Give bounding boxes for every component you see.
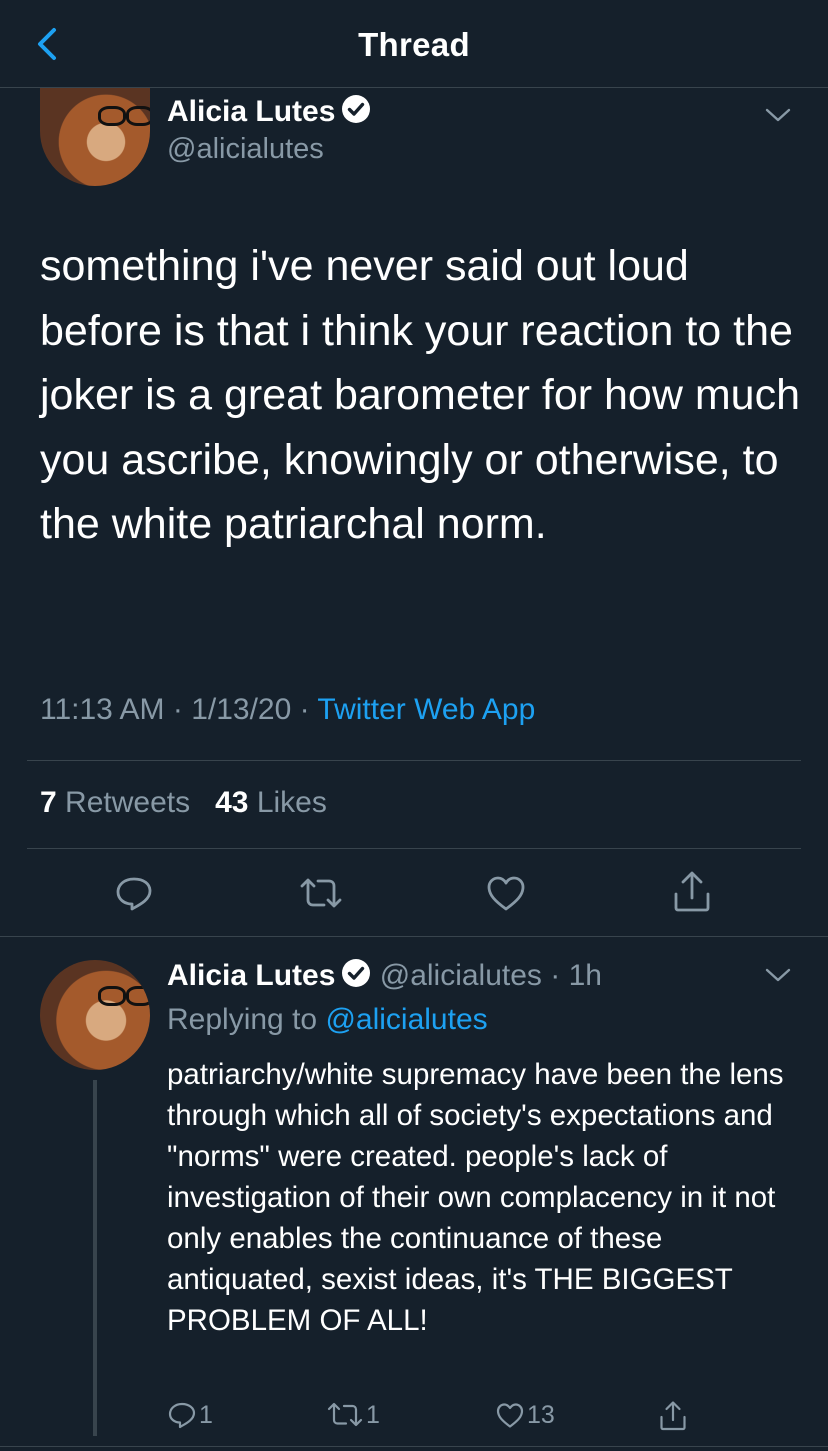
retweet-icon bbox=[327, 1403, 363, 1427]
chevron-down-icon[interactable] bbox=[764, 966, 792, 984]
reply-header: Alicia Lutes @alicialutes · 1h bbox=[167, 958, 602, 993]
avatar[interactable] bbox=[40, 88, 150, 186]
retweet-icon[interactable] bbox=[298, 872, 344, 914]
divider bbox=[0, 1446, 828, 1447]
share-icon[interactable] bbox=[671, 870, 713, 914]
like-icon[interactable] bbox=[485, 872, 527, 914]
share-action[interactable] bbox=[658, 1400, 688, 1432]
tweet-meta: 11:13 AM · 1/13/20 · Twitter Web App bbox=[40, 693, 536, 726]
top-bar: Thread bbox=[0, 0, 828, 88]
tweet-stats: 7 Retweets 43 Likes bbox=[40, 786, 327, 820]
divider bbox=[27, 848, 801, 849]
reply-count: 1 bbox=[199, 1400, 213, 1429]
author-name[interactable]: Alicia Lutes bbox=[167, 94, 371, 129]
tweet-source-link[interactable]: Twitter Web App bbox=[317, 693, 535, 726]
tweet-text: something i've never said out loud befor… bbox=[40, 242, 800, 548]
author-name-text: Alicia Lutes bbox=[167, 95, 336, 128]
like-icon bbox=[496, 1403, 524, 1428]
reply-icon bbox=[168, 1403, 196, 1429]
avatar[interactable] bbox=[40, 960, 150, 1070]
reply-action[interactable]: 1 bbox=[167, 1400, 213, 1432]
likes-label: Likes bbox=[256, 786, 327, 819]
verified-badge-icon bbox=[342, 959, 371, 987]
reply-icon[interactable] bbox=[113, 872, 155, 914]
likes-count: 43 bbox=[215, 786, 249, 819]
author-handle[interactable]: @alicialutes bbox=[380, 959, 542, 992]
divider bbox=[0, 936, 828, 937]
retweets-label: Retweets bbox=[65, 786, 191, 819]
author-handle[interactable]: @alicialutes bbox=[167, 133, 324, 166]
chevron-down-icon[interactable] bbox=[764, 106, 792, 124]
separator-dot: · bbox=[541, 959, 569, 992]
replying-to-label: Replying to bbox=[167, 1003, 318, 1036]
replying-to-link[interactable]: @alicialutes bbox=[325, 1003, 487, 1036]
divider bbox=[27, 760, 801, 761]
retweets-count: 7 bbox=[40, 786, 57, 819]
tweet-date: 1/13/20 bbox=[191, 693, 292, 726]
verified-badge-icon bbox=[342, 95, 371, 123]
like-count: 13 bbox=[527, 1400, 555, 1429]
author-name[interactable]: Alicia Lutes bbox=[167, 959, 335, 992]
retweet-action[interactable]: 1 bbox=[326, 1400, 380, 1432]
tweet-time: 11:13 AM bbox=[40, 693, 165, 726]
replying-to: Replying to @alicialutes bbox=[167, 1003, 488, 1037]
likes-stat[interactable]: 43 Likes bbox=[215, 786, 327, 819]
retweets-stat[interactable]: 7 Retweets bbox=[40, 786, 190, 819]
like-action[interactable]: 13 bbox=[495, 1400, 555, 1432]
thread-connector-line bbox=[93, 1080, 97, 1436]
share-icon bbox=[660, 1401, 686, 1431]
retweet-count: 1 bbox=[366, 1400, 380, 1429]
page-title: Thread bbox=[358, 26, 470, 63]
tweet-age[interactable]: 1h bbox=[569, 959, 602, 992]
tweet-text: patriarchy/white supremacy have been the… bbox=[167, 1058, 784, 1337]
